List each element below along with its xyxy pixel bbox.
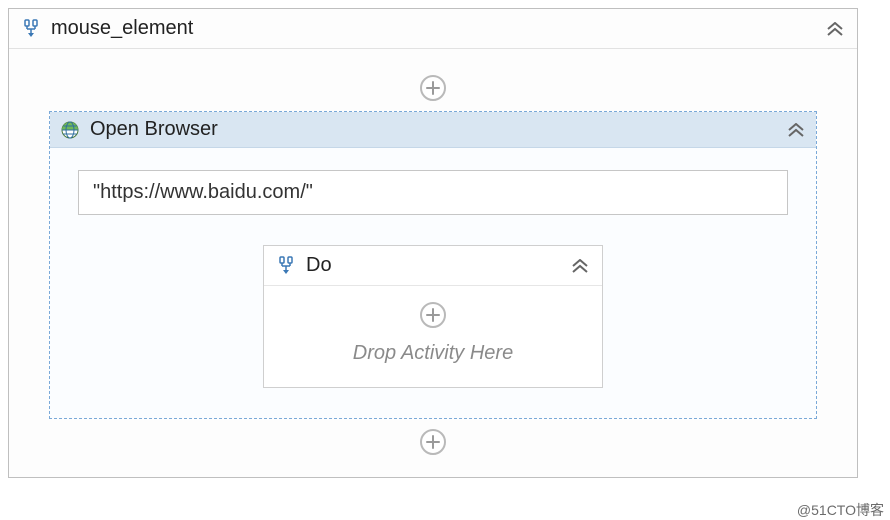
do-add-activity-button[interactable] bbox=[420, 302, 446, 328]
do-sequence-container[interactable]: Do Drop Act bbox=[263, 245, 603, 388]
sequence-icon bbox=[21, 19, 41, 39]
open-browser-title: Open Browser bbox=[90, 118, 218, 141]
sequence-header[interactable]: mouse_element bbox=[9, 9, 857, 49]
sequence-title: mouse_element bbox=[51, 17, 193, 40]
sequence-container: mouse_element bbox=[8, 8, 858, 478]
open-browser-activity[interactable]: Open Browser bbox=[49, 111, 817, 419]
do-collapse-chevron-icon[interactable] bbox=[570, 256, 590, 276]
open-browser-body: Do Drop Act bbox=[50, 148, 816, 418]
open-browser-header[interactable]: Open Browser bbox=[50, 112, 816, 148]
watermark-text: @51CTO博客 bbox=[797, 500, 884, 520]
browser-url-input[interactable] bbox=[78, 170, 788, 215]
do-body[interactable]: Drop Activity Here bbox=[264, 286, 602, 387]
drop-activity-hint: Drop Activity Here bbox=[274, 342, 592, 365]
open-browser-collapse-chevron-icon[interactable] bbox=[786, 120, 806, 140]
add-activity-top-button[interactable] bbox=[420, 75, 446, 101]
add-activity-bottom-button[interactable] bbox=[420, 429, 446, 455]
do-header[interactable]: Do bbox=[264, 246, 602, 286]
sequence-icon bbox=[276, 256, 296, 276]
globe-icon bbox=[60, 120, 80, 140]
sequence-collapse-chevron-icon[interactable] bbox=[825, 19, 845, 39]
sequence-body: Open Browser bbox=[9, 49, 857, 481]
do-title: Do bbox=[306, 254, 332, 277]
